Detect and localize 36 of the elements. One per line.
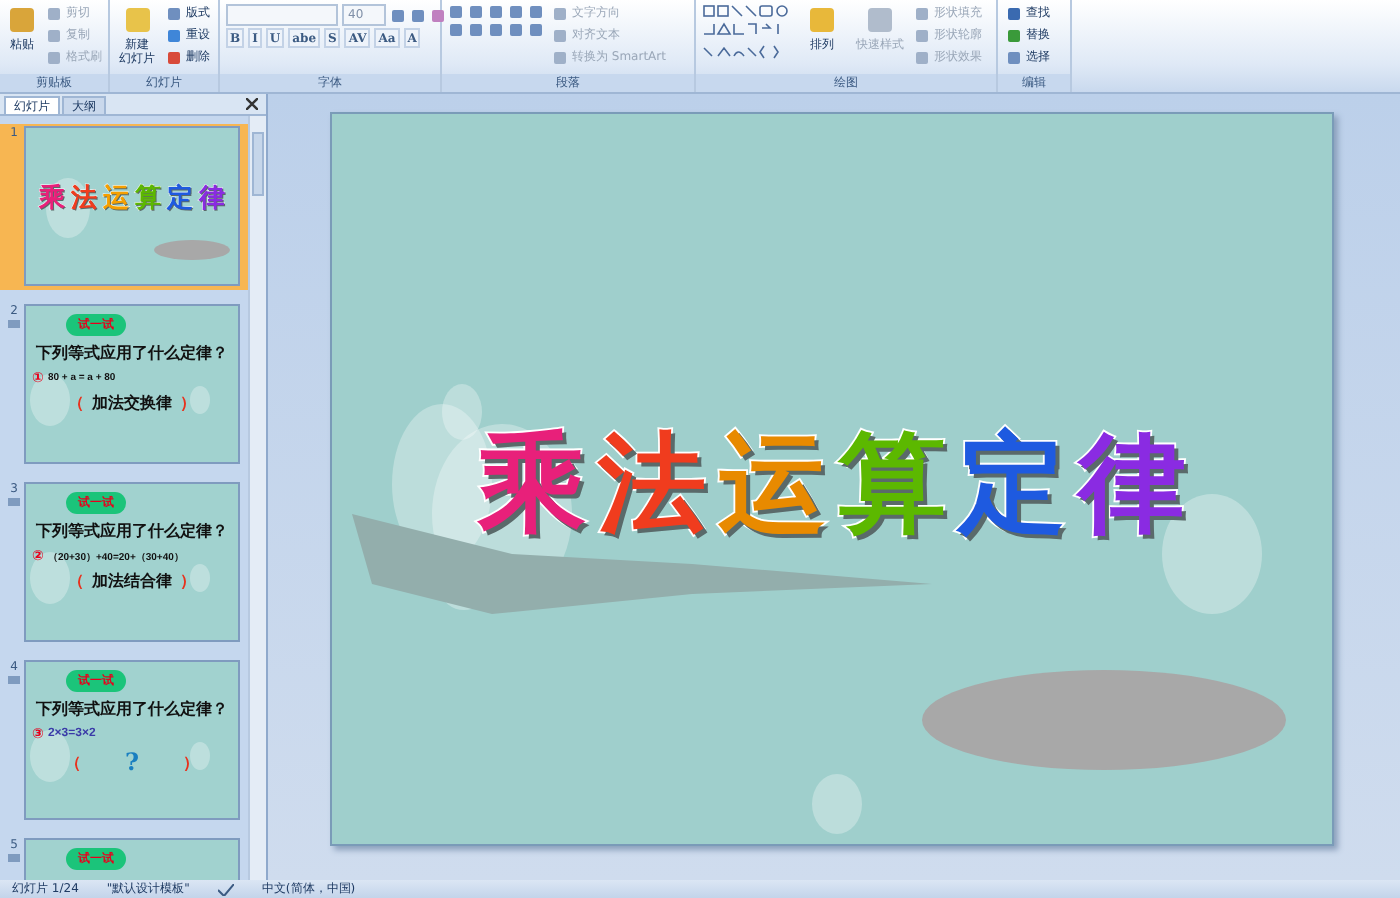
parenthesis: （ <box>64 751 81 773</box>
slide-thumbnail[interactable]: 乘 法 运 算 定 律 <box>24 126 240 286</box>
title-character: 法 <box>71 182 97 217</box>
title-character: 律 <box>1078 415 1186 550</box>
title-character: 算 <box>135 182 161 217</box>
bubble <box>190 742 210 770</box>
title-character: 法 <box>598 415 706 550</box>
close-icon[interactable] <box>246 98 258 110</box>
parenthesis: ） <box>180 570 196 592</box>
title-character: 乘 <box>39 181 65 217</box>
title-character: 定 <box>958 415 1066 550</box>
bubble <box>190 564 210 592</box>
answer-text: ? <box>124 748 140 776</box>
answer-text: 加法交换律 <box>92 392 172 414</box>
scrollbar-thumb[interactable] <box>252 132 264 196</box>
shapes-gallery-drawing[interactable] <box>702 4 790 60</box>
parenthesis: ） <box>180 392 196 414</box>
parenthesis: （ <box>68 570 84 592</box>
title-character: 算 <box>838 415 946 550</box>
bubble <box>812 774 862 834</box>
title-character: 乘 <box>478 415 586 550</box>
bubble <box>190 386 210 414</box>
question-text: 下列等式应用了什么定律？ <box>36 342 228 364</box>
question-text: 下列等式应用了什么定律？ <box>36 520 228 542</box>
parenthesis: （ <box>68 392 84 414</box>
title-character: 运 <box>103 182 129 217</box>
title-character: 运 <box>718 415 826 550</box>
bubble <box>30 374 70 426</box>
shadow-ellipse <box>154 240 230 260</box>
answer-text: 加法结合律 <box>92 570 172 592</box>
parenthesis: ） <box>183 751 200 773</box>
title-character: 定 <box>167 181 193 217</box>
question-text: 下列等式应用了什么定律？ <box>36 698 228 720</box>
font-name-field[interactable] <box>226 4 338 26</box>
spellcheck-icon[interactable] <box>217 883 234 895</box>
title-character: 律 <box>199 182 225 217</box>
